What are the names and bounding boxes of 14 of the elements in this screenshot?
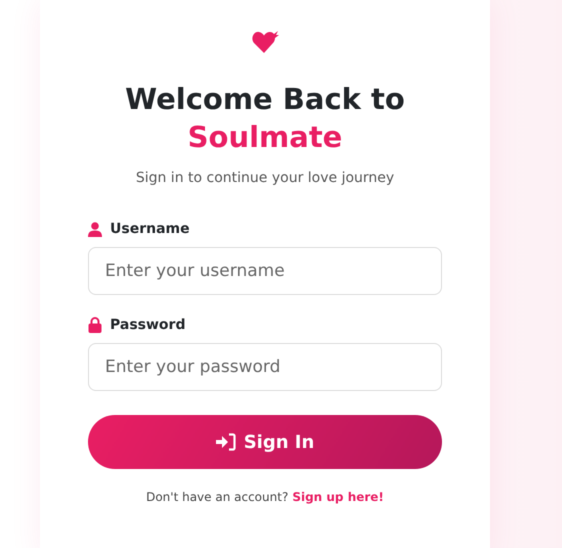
- title-text: Welcome Back to: [125, 81, 405, 118]
- sign-in-button[interactable]: Sign In: [88, 415, 442, 469]
- sign-up-link[interactable]: Sign up here!: [292, 490, 384, 504]
- subtitle: Sign in to continue your love journey: [134, 170, 396, 186]
- field-label: Username: [110, 221, 190, 237]
- sign-in-icon: [216, 433, 236, 451]
- user-icon: [88, 222, 102, 236]
- footer-text: Don't have an account?: [146, 490, 288, 504]
- input-field[interactable]: Enter your username: [88, 247, 442, 295]
- lock-icon: [88, 317, 102, 333]
- input-field[interactable]: Enter your password: [88, 343, 442, 391]
- heart-icon: [252, 30, 280, 54]
- brand-name: Soulmate: [188, 119, 342, 156]
- field-label: Password: [110, 317, 186, 333]
